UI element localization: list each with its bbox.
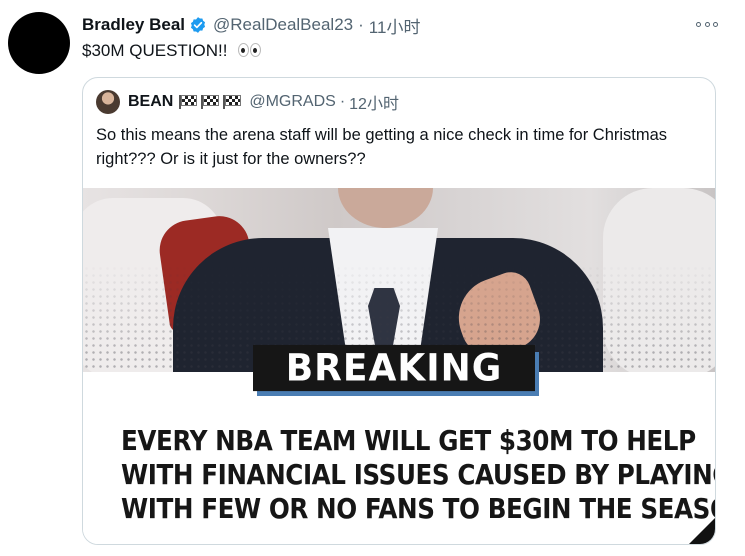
checkered-flag-icon: [201, 95, 220, 109]
tweet-header: Bradley Beal @RealDealBeal23 · 11小时: [82, 13, 421, 38]
media-headline: EVERY NBA TEAM WILL GET $30M TO HELP WIT…: [83, 424, 716, 526]
quoted-tweet-header: BEAN @MGRADS · 12小时: [96, 90, 399, 114]
checkered-flag-icon: [179, 95, 198, 109]
headline-line: WITH FEW OR NO FANS TO BEGIN THE SEASON: [121, 492, 716, 525]
tweet-text-content: $30M QUESTION!!: [82, 41, 228, 60]
headline-line: EVERY NBA TEAM WILL GET $30M TO HELP: [121, 424, 696, 457]
headline-line: WITH FINANCIAL ISSUES CAUSED BY PLAYING: [121, 458, 716, 491]
author-avatar[interactable]: [8, 12, 70, 74]
quoted-tweet-text: So this means the arena staff will be ge…: [96, 126, 668, 168]
more-options-icon[interactable]: [696, 16, 718, 32]
breaking-badge-text: BREAKING: [253, 344, 535, 392]
tweet-timestamp[interactable]: 11小时: [369, 13, 421, 38]
separator-dot: ·: [358, 15, 364, 34]
breaking-badge: BREAKING: [253, 344, 543, 396]
quoted-timestamp: 12小时: [349, 96, 399, 113]
tweet-text: $30M QUESTION!!: [82, 41, 262, 62]
quoted-author-name: BEAN: [128, 93, 174, 110]
quoted-separator-dot: ·: [339, 93, 346, 110]
checkered-flag-icon: [223, 95, 242, 109]
corner-fold-decoration: [687, 516, 715, 544]
author-name[interactable]: Bradley Beal: [82, 15, 185, 35]
quoted-author-avatar: [96, 90, 120, 114]
quoted-tweet-card[interactable]: BEAN @MGRADS · 12小时 So this means the ar…: [82, 77, 716, 545]
checkered-flags-emoji: [179, 95, 242, 109]
author-handle[interactable]: @RealDealBeal23: [213, 15, 353, 35]
quoted-media-image[interactable]: BREAKING EVERY NBA TEAM WILL GET $30M TO…: [83, 188, 716, 544]
quoted-author-handle: @MGRADS: [249, 93, 336, 110]
verified-badge-icon: [190, 17, 206, 33]
eyes-emoji-icon: [238, 42, 262, 62]
